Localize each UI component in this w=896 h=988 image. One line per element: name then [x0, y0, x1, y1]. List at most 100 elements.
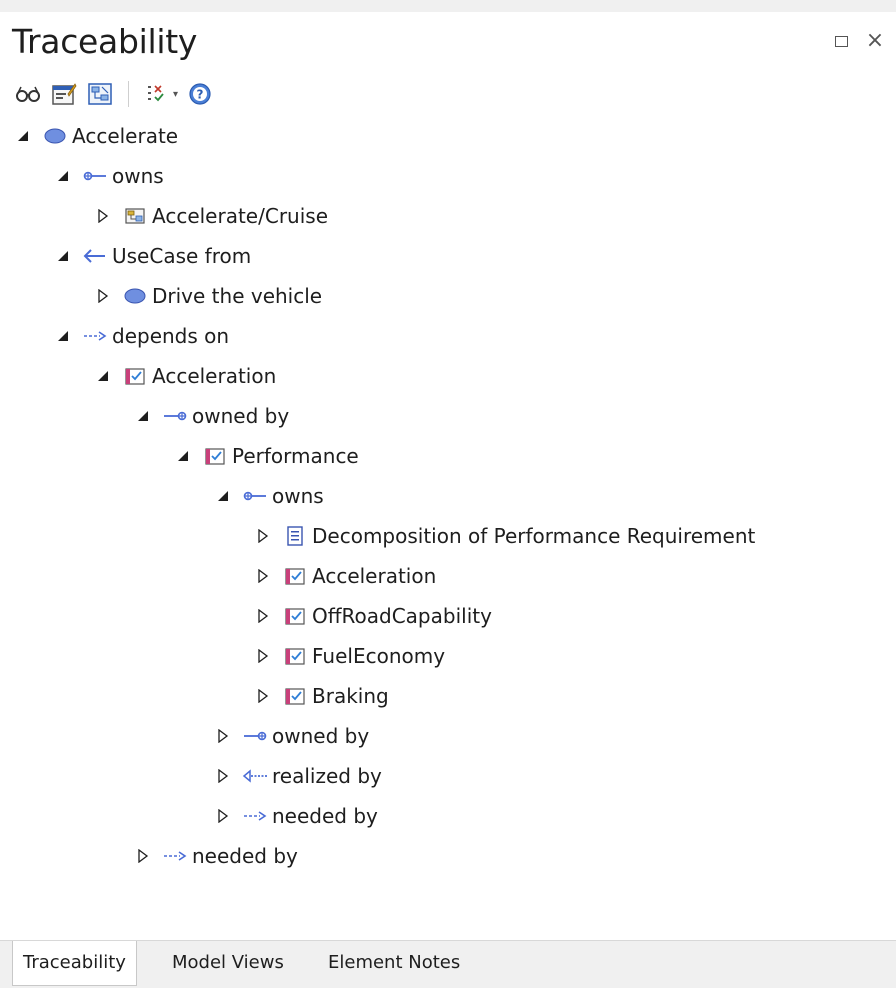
toolbar: ▾ ?: [14, 78, 214, 110]
tree-item[interactable]: UseCase from: [54, 236, 251, 276]
collapse-arrow-icon[interactable]: [174, 447, 192, 465]
tree-item-label: Performance: [232, 444, 359, 468]
tab-model-views[interactable]: Model Views: [162, 941, 294, 985]
help-button[interactable]: ?: [186, 80, 214, 108]
tree-item-label: depends on: [112, 324, 230, 348]
tree-item-label: Decomposition of Performance Requirement: [312, 524, 756, 548]
tree-item[interactable]: owns: [54, 156, 164, 196]
owned-by-connector-icon: [162, 405, 188, 427]
show-in-diagram-button[interactable]: [86, 80, 114, 108]
expand-arrow-icon[interactable]: [254, 647, 272, 665]
tree-item[interactable]: owned by: [134, 396, 289, 436]
tree-item[interactable]: owns: [214, 476, 324, 516]
tree-item-label: FuelEconomy: [312, 644, 446, 668]
tree-item-label: owns: [112, 164, 164, 188]
tree-item[interactable]: Acceleration: [254, 556, 436, 596]
filter-dropdown-icon[interactable]: ▾: [173, 89, 178, 100]
tree-item[interactable]: needed by: [134, 836, 298, 876]
dependency-arrow-icon: [162, 845, 188, 867]
tree-item[interactable]: Decomposition of Performance Requirement: [254, 516, 755, 556]
properties-icon: [52, 83, 77, 105]
tree-item-label: owned by: [192, 404, 290, 428]
tree-item-label: UseCase from: [112, 244, 252, 268]
tree-item[interactable]: Accelerate: [14, 116, 179, 156]
tree-item[interactable]: depends on: [54, 316, 229, 356]
tree-item-label: Accelerate/Cruise: [152, 204, 328, 228]
collapse-arrow-icon[interactable]: [54, 247, 72, 265]
properties-button[interactable]: [50, 80, 78, 108]
filter-icon: [148, 85, 164, 102]
usecase-ellipse-icon: [122, 285, 148, 307]
expand-arrow-icon[interactable]: [254, 687, 272, 705]
tree-item[interactable]: Drive the vehicle: [94, 276, 322, 316]
tree-item-label: owns: [272, 484, 324, 508]
collapse-arrow-icon[interactable]: [134, 407, 152, 425]
activity-diagram-icon: [122, 205, 148, 227]
tree-item[interactable]: Performance: [174, 436, 359, 476]
requirement-icon: [282, 645, 308, 667]
locate-in-browser-button[interactable]: [14, 80, 42, 108]
expand-arrow-icon[interactable]: [94, 207, 112, 225]
tree-item-label: Acceleration: [152, 364, 277, 388]
traceability-panel: Traceability × ▾ ? Accelerate owns Accel…: [0, 0, 896, 988]
tree-item[interactable]: FuelEconomy: [254, 636, 445, 676]
panel-title: Traceability: [12, 22, 198, 61]
requirement-icon: [282, 565, 308, 587]
tree-item-label: OffRoadCapability: [312, 604, 492, 628]
diagram-icon: [88, 83, 112, 105]
collapse-arrow-icon[interactable]: [14, 127, 32, 145]
tree-item[interactable]: Braking: [254, 676, 389, 716]
tab-element-notes[interactable]: Element Notes: [318, 941, 470, 985]
document-icon: [282, 525, 308, 547]
tree-item-label: needed by: [192, 844, 298, 868]
tree-item-label: realized by: [272, 764, 382, 788]
requirement-icon: [282, 605, 308, 627]
requirement-icon: [202, 445, 228, 467]
expand-arrow-icon[interactable]: [134, 847, 152, 865]
bottom-tab-bar: Traceability Model Views Element Notes: [0, 940, 896, 988]
tree-item-label: Acceleration: [312, 564, 437, 588]
panel-top-border: [0, 0, 896, 12]
tree-item-label: Drive the vehicle: [152, 284, 323, 308]
arrow-left-icon: [82, 245, 108, 267]
tree-item-label: owned by: [272, 724, 370, 748]
glasses-icon: [16, 86, 40, 102]
collapse-arrow-icon[interactable]: [54, 327, 72, 345]
expand-arrow-icon[interactable]: [94, 287, 112, 305]
dependency-arrow-icon: [82, 325, 108, 347]
tree-item[interactable]: Acceleration: [94, 356, 276, 396]
tree-item[interactable]: realized by: [214, 756, 382, 796]
expand-arrow-icon[interactable]: [254, 567, 272, 585]
tree-item-label: Accelerate: [72, 124, 179, 148]
collapse-arrow-icon[interactable]: [94, 367, 112, 385]
expand-arrow-icon[interactable]: [214, 767, 232, 785]
tree-item[interactable]: Accelerate/Cruise: [94, 196, 328, 236]
svg-text:?: ?: [197, 88, 204, 102]
toolbar-separator: [128, 81, 129, 107]
maximize-icon: [835, 36, 848, 47]
expand-arrow-icon[interactable]: [214, 807, 232, 825]
tree-item-label: Braking: [312, 684, 389, 708]
realization-arrow-icon: [242, 765, 268, 787]
collapse-arrow-icon[interactable]: [214, 487, 232, 505]
tree-item-label: needed by: [272, 804, 378, 828]
owned-by-connector-icon: [242, 725, 268, 747]
owns-connector-icon: [242, 485, 268, 507]
tree-item[interactable]: needed by: [214, 796, 378, 836]
tree-item[interactable]: owned by: [214, 716, 369, 756]
maximize-button[interactable]: [830, 30, 852, 52]
help-icon: ?: [189, 83, 211, 105]
requirement-icon: [122, 365, 148, 387]
tab-traceability[interactable]: Traceability: [12, 941, 137, 986]
tree-item[interactable]: OffRoadCapability: [254, 596, 492, 636]
dependency-arrow-icon: [242, 805, 268, 827]
usecase-ellipse-icon: [42, 125, 68, 147]
filter-button[interactable]: [143, 80, 171, 108]
expand-arrow-icon[interactable]: [254, 527, 272, 545]
owns-connector-icon: [82, 165, 108, 187]
expand-arrow-icon[interactable]: [254, 607, 272, 625]
close-button[interactable]: ×: [864, 30, 886, 52]
expand-arrow-icon[interactable]: [214, 727, 232, 745]
collapse-arrow-icon[interactable]: [54, 167, 72, 185]
requirement-icon: [282, 685, 308, 707]
